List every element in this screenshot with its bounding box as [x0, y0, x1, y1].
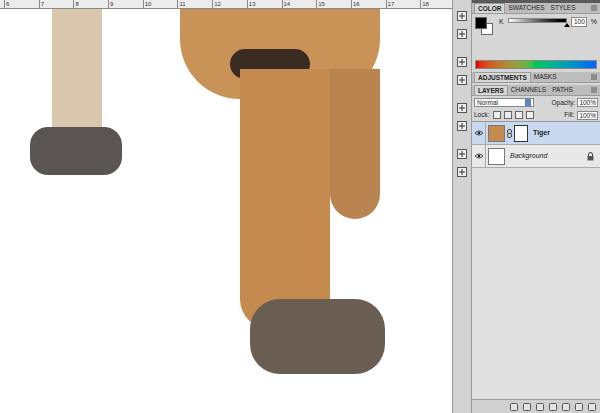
color-swatches[interactable]	[475, 17, 495, 37]
character-icon[interactable]	[456, 102, 468, 114]
lock-pixels-icon[interactable]	[504, 111, 512, 119]
history-icon[interactable]	[456, 10, 468, 22]
panel-tab[interactable]: PATHS	[549, 85, 576, 95]
eye-icon[interactable]	[474, 129, 484, 137]
panel-tab[interactable]: SWATCHES	[505, 3, 547, 13]
photoshop-window: 6789101112131415161718 COLORSWATCHESSTYLE…	[0, 0, 600, 413]
panel-tab[interactable]: STYLES	[548, 3, 579, 13]
channel-slider[interactable]	[508, 17, 567, 27]
color-panel-tabs: COLORSWATCHESSTYLES	[472, 3, 600, 14]
layer-row[interactable]: Background	[472, 145, 600, 168]
chain-icon[interactable]	[507, 129, 512, 138]
actions-icon[interactable]	[456, 28, 468, 40]
ruler-tick: 14	[282, 0, 317, 8]
layers-list: TigerBackground	[472, 122, 600, 399]
panel-tab[interactable]: MASKS	[531, 72, 560, 82]
ruler-tick: 16	[351, 0, 386, 8]
panel-menu-icon[interactable]	[590, 73, 598, 81]
new-layer-icon[interactable]	[575, 403, 583, 411]
panel-dock-icons	[452, 0, 472, 413]
info-icon[interactable]	[456, 148, 468, 160]
lock-icon	[587, 152, 594, 161]
adjustments-panel-tabs: ADJUSTMENTSMASKS	[472, 72, 600, 83]
trash-icon[interactable]	[588, 403, 596, 411]
panel-tab[interactable]: LAYERS	[474, 85, 508, 95]
blend-mode-select[interactable]: Normal	[474, 98, 534, 107]
brushes-icon[interactable]	[456, 56, 468, 68]
layer-thumbnail	[488, 148, 505, 165]
ruler-tick: 11	[177, 0, 212, 8]
canvas[interactable]	[0, 9, 452, 413]
navigator-icon[interactable]	[456, 166, 468, 178]
color-spectrum[interactable]	[475, 60, 597, 69]
fill-field[interactable]: 100%	[577, 111, 598, 120]
folder-icon[interactable]	[562, 403, 570, 411]
ruler-tick: 12	[212, 0, 247, 8]
eye-icon[interactable]	[474, 152, 484, 160]
link-icon[interactable]	[510, 403, 518, 411]
layer-row[interactable]: Tiger	[472, 122, 600, 145]
layers-options: NormalOpacity:100%	[472, 96, 600, 109]
ruler-tick: 9	[108, 0, 143, 8]
lock-transparency-icon[interactable]	[493, 111, 501, 119]
ruler-tick: 15	[316, 0, 351, 8]
fx-icon[interactable]	[523, 403, 531, 411]
ruler-tick: 13	[247, 0, 282, 8]
layer-thumbnail	[488, 125, 505, 142]
clone-source-icon[interactable]	[456, 74, 468, 86]
panel-menu-icon[interactable]	[590, 4, 598, 12]
ruler-tick: 7	[39, 0, 74, 8]
layers-footer	[472, 399, 600, 413]
ruler-tick: 18	[420, 0, 455, 8]
opacity-field[interactable]: 100%	[577, 98, 598, 107]
mask-icon[interactable]	[536, 403, 544, 411]
ruler-tick: 6	[4, 0, 39, 8]
panel-menu-icon[interactable]	[590, 86, 598, 94]
ruler: 6789101112131415161718	[0, 0, 452, 9]
tiger-photo	[0, 9, 452, 413]
panels: COLORSWATCHESSTYLESK100%ADJUSTMENTSMASKS…	[472, 0, 600, 413]
channel-value[interactable]: 100	[571, 17, 587, 27]
ruler-tick: 17	[386, 0, 421, 8]
paragraph-icon[interactable]	[456, 120, 468, 132]
panel-tab[interactable]: ADJUSTMENTS	[474, 72, 531, 82]
layers-panel-tabs: LAYERSCHANNELSPATHS	[472, 85, 600, 96]
panel-tab[interactable]: COLOR	[474, 3, 505, 13]
document-area: 6789101112131415161718	[0, 0, 452, 413]
adjustment-icon[interactable]	[549, 403, 557, 411]
panel-tab[interactable]: CHANNELS	[508, 85, 549, 95]
color-panel: K100%	[472, 14, 600, 72]
mask-thumbnail[interactable]	[514, 125, 528, 142]
ruler-tick: 10	[143, 0, 178, 8]
lock-options: Lock:Fill:100%	[472, 109, 600, 122]
lock-all-icon[interactable]	[526, 111, 534, 119]
ruler-tick: 8	[73, 0, 108, 8]
lock-position-icon[interactable]	[515, 111, 523, 119]
